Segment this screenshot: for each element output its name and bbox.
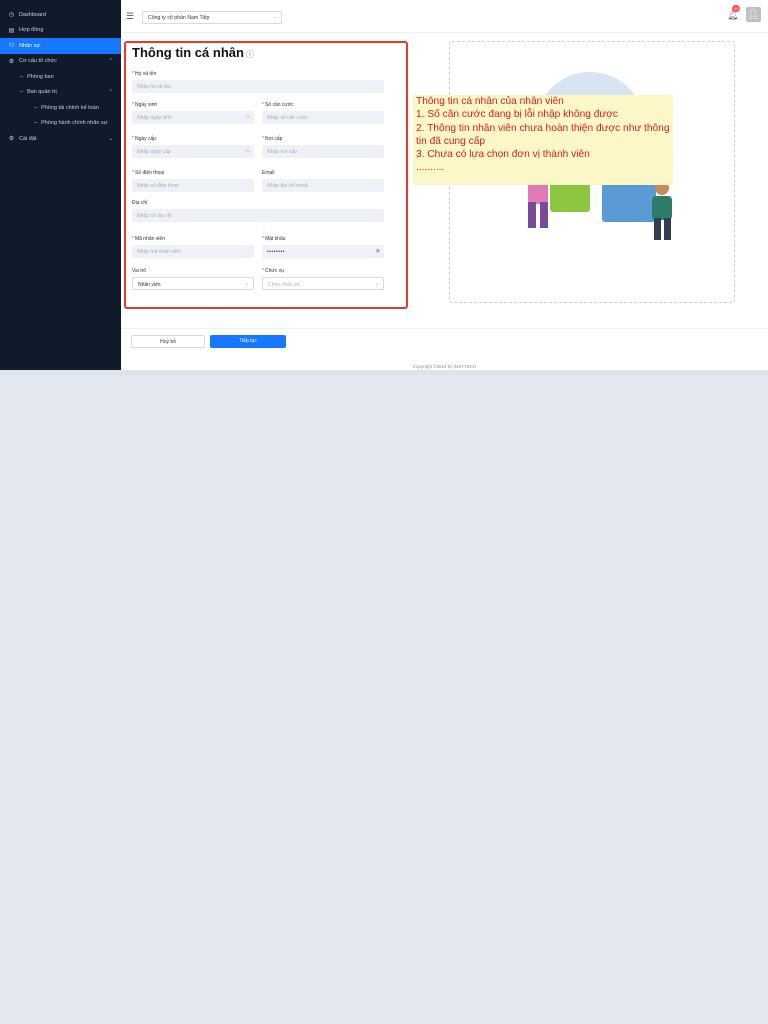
sidebar: ◷ Dashboard ▤ Hợp đồng ⚇ Nhân sự ⚙ Cơ cấu tổ ch…	[0, 0, 121, 370]
avatar[interactable]: 👤︎	[746, 7, 761, 22]
sidebar-item[interactable]: ▤ Hợp đồng	[0, 23, 121, 39]
chevron-icon: ⌄	[108, 135, 113, 142]
user-icon: ⚇	[8, 43, 15, 50]
menu-icon[interactable]: ☰	[126, 11, 134, 22]
org-icon: ⚙	[8, 58, 15, 65]
company-select[interactable]: Công ty cổ phần Nam Tiệp ⌄	[142, 11, 282, 24]
sidebar-item[interactable]: – Phòng ban	[0, 69, 121, 85]
annotation-highlight-box	[124, 41, 408, 309]
sidebar-item[interactable]: ⚇ Nhân sự	[0, 38, 121, 54]
footer: Copyright ©2024 by INSYTECH	[121, 353, 768, 370]
sidebar-item[interactable]: ⚙ Cơ cấu tổ chức ⌃	[0, 54, 121, 70]
bullet-icon: –	[34, 104, 38, 111]
sidebar-item-label: Ban quản trị	[27, 89, 57, 96]
sidebar-item-label: Cơ cấu tổ chức	[19, 58, 57, 65]
chevron-icon: ⌃	[108, 89, 113, 96]
sidebar-item-label: Dashboard	[19, 11, 46, 18]
sidebar-item[interactable]: – Ban quản trị ⌃	[0, 85, 121, 101]
sidebar-item-label: Phòng tài chính kế toán	[41, 104, 99, 111]
bullet-icon: –	[20, 73, 24, 80]
unrendered-lower-screens	[0, 375, 768, 1024]
document-icon: ▤	[8, 27, 15, 34]
bullet-icon: –	[34, 120, 38, 127]
sidebar-item[interactable]: – Phòng tài chính kế toán	[0, 100, 121, 116]
notification-badge: 99	[732, 5, 741, 12]
sidebar-item-label: Hợp đồng	[19, 27, 44, 34]
cancel-button[interactable]: Huỷ bỏ	[131, 335, 205, 348]
clock-icon: ◷	[8, 12, 15, 19]
bullet-icon: –	[20, 89, 24, 96]
sidebar-item-label: Cài đặt	[19, 135, 37, 142]
sidebar-item-label: Phòng ban	[27, 73, 54, 80]
gear-icon: ⚙	[8, 136, 15, 143]
company-select-value: Công ty cổ phần Nam Tiệp	[148, 15, 210, 21]
sidebar-item-label: Nhân sự	[19, 42, 41, 49]
continue-button[interactable]: Tiếp tục	[210, 335, 286, 348]
chevron-icon: ⌃	[108, 58, 113, 65]
chevron-down-icon: ⌄	[272, 14, 277, 20]
sidebar-item-label: Phòng hành chính nhân sự	[41, 120, 108, 127]
annotation-note: Thông tin cá nhân của nhân viên 1. Số că…	[413, 95, 673, 185]
top-header: ☰ Công ty cổ phần Nam Tiệp ⌄ 🔔︎ 99 👤︎	[121, 0, 768, 33]
sidebar-item[interactable]: ◷ Dashboard	[0, 7, 121, 23]
sidebar-item[interactable]: ⚙ Cài đặt ⌄	[0, 131, 121, 147]
sidebar-item[interactable]: – Phòng hành chính nhân sự	[0, 116, 121, 132]
